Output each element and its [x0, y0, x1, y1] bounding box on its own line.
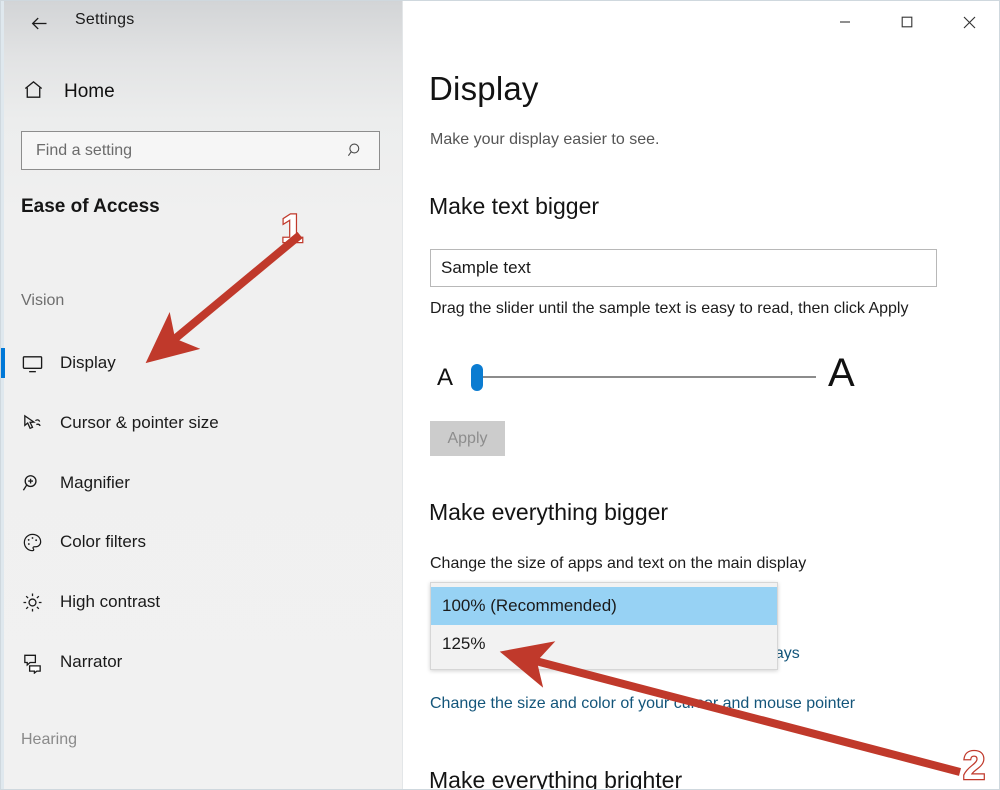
- narrator-speech-icon: [19, 651, 45, 674]
- window-title: Settings: [75, 11, 135, 28]
- sidebar-item-label: Display: [60, 353, 116, 372]
- selected-accent-bar: [0, 348, 5, 378]
- cursor-pointer-icon: [19, 412, 45, 435]
- magnifier-icon: [19, 472, 45, 495]
- sidebar-group-vision: Vision: [21, 292, 65, 309]
- sidebar-home-label: Home: [64, 81, 115, 102]
- annotation-number-2: 2: [962, 743, 987, 790]
- maximize-button[interactable]: [876, 0, 938, 44]
- sidebar-item-label: Color filters: [60, 532, 146, 551]
- sidebar-item-high-contrast[interactable]: High contrast: [0, 581, 403, 623]
- sidebar-item-label: Narrator: [60, 652, 123, 671]
- dropdown-option-125[interactable]: 125%: [431, 625, 777, 663]
- slider-thumb[interactable]: [471, 364, 483, 391]
- text-size-slider[interactable]: A A: [430, 351, 860, 401]
- main-content: Display Make your display easier to see.…: [403, 0, 1000, 790]
- section-heading-make-text-bigger: Make text bigger: [429, 193, 600, 219]
- sidebar-item-magnifier[interactable]: Magnifier: [0, 462, 403, 504]
- slider-hint-text: Drag the slider until the sample text is…: [430, 300, 909, 317]
- sidebar-item-cursor-pointer-size[interactable]: Cursor & pointer size: [0, 402, 403, 444]
- dropdown-option-100[interactable]: 100% (Recommended): [431, 587, 777, 625]
- minimize-button[interactable]: [814, 0, 876, 44]
- apply-button[interactable]: Apply: [430, 421, 505, 456]
- brightness-sun-icon: [19, 591, 45, 614]
- scale-dropdown-list[interactable]: 100% (Recommended) 125%: [430, 582, 778, 670]
- sidebar-item-label: Magnifier: [60, 473, 130, 492]
- home-icon: [22, 78, 45, 106]
- sidebar: Home Ease of Access Vision Hearing: [0, 0, 403, 790]
- sidebar-item-display[interactable]: Display: [0, 342, 403, 384]
- close-button[interactable]: [938, 0, 1000, 44]
- slider-track[interactable]: [474, 376, 816, 378]
- sidebar-item-label: High contrast: [60, 592, 161, 611]
- sidebar-item-narrator[interactable]: Narrator: [0, 641, 403, 683]
- page-subtitle: Make your display easier to see.: [430, 131, 660, 148]
- scale-description: Change the size of apps and text on the …: [430, 555, 807, 572]
- sidebar-app-title: Ease of Access: [21, 196, 160, 217]
- window-controls: [814, 0, 1000, 44]
- search-icon[interactable]: [346, 141, 379, 160]
- back-button[interactable]: [22, 8, 56, 38]
- title-bar: Settings: [0, 0, 1000, 46]
- search-box[interactable]: [21, 131, 380, 170]
- annotation-number-1: 1: [280, 206, 305, 253]
- section-heading-make-everything-bigger: Make everything bigger: [429, 499, 669, 525]
- color-palette-icon: [19, 531, 45, 554]
- sidebar-group-hearing: Hearing: [21, 731, 78, 748]
- link-change-cursor-size-color[interactable]: Change the size and color of your cursor…: [430, 695, 855, 713]
- sidebar-item-color-filters[interactable]: Color filters: [0, 521, 403, 563]
- sidebar-item-home[interactable]: Home: [22, 78, 115, 106]
- sidebar-item-label: Cursor & pointer size: [60, 413, 219, 432]
- settings-window: Home Ease of Access Vision Hearing: [0, 0, 1000, 790]
- monitor-icon: [19, 352, 45, 375]
- page-title: Display: [429, 70, 539, 107]
- slider-min-label: A: [437, 364, 454, 391]
- sample-text-preview: Sample text: [430, 249, 937, 287]
- sample-text-value: Sample text: [441, 258, 531, 277]
- slider-max-label: A: [828, 351, 855, 395]
- section-heading-make-everything-brighter: Make everything brighter: [429, 767, 683, 790]
- search-input[interactable]: [22, 141, 346, 160]
